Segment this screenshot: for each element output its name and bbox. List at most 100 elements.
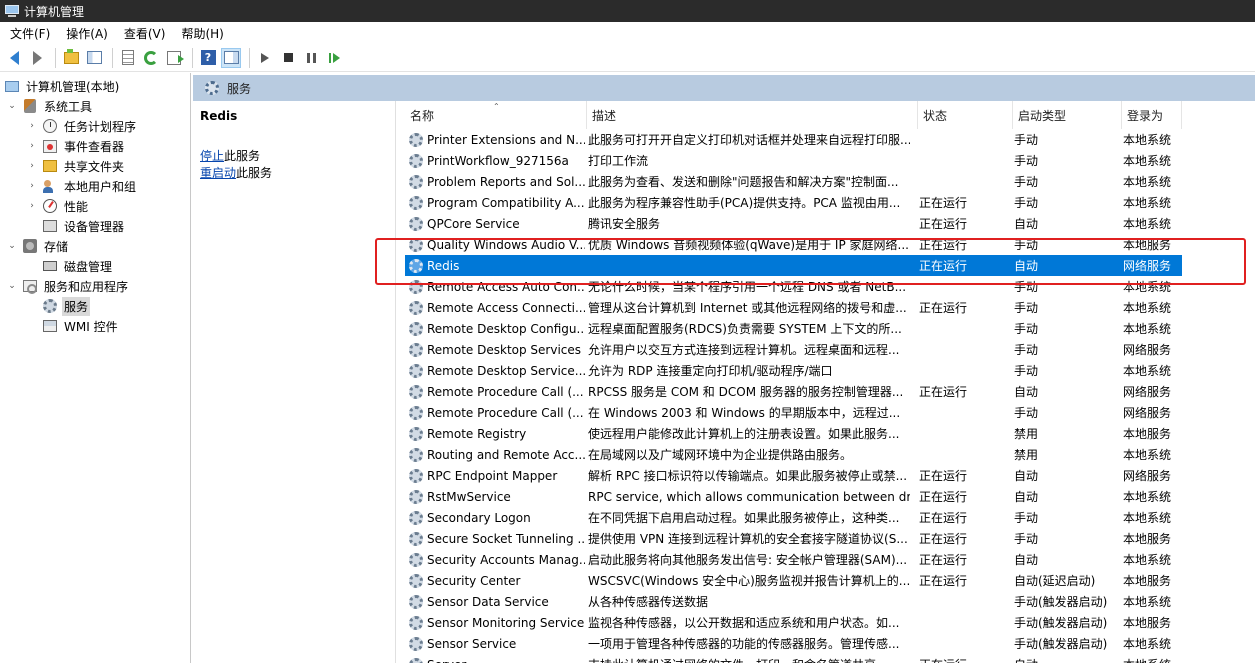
up-level-button[interactable] [61, 48, 81, 68]
column-header-status[interactable]: 状态 [918, 101, 1013, 129]
properties-button[interactable] [118, 48, 138, 68]
cell-text: Security Accounts Manag... [427, 552, 585, 567]
tree-item-device-manager[interactable]: 设备管理器 [42, 216, 126, 236]
cell-text: 禁用 [1014, 448, 1039, 462]
table-row[interactable]: Routing and Remote Acc... 在局域网以及广域网环境中为企业… [405, 444, 1255, 465]
tree-item-shared-folders[interactable]: › 共享文件夹 [26, 156, 126, 176]
back-button[interactable] [4, 48, 24, 68]
table-row[interactable]: Quality Windows Audio V... 优质 Windows 音频视… [405, 234, 1255, 255]
tree-item-performance[interactable]: › 性能 [26, 196, 90, 216]
stop-service-line: 停止此服务 [200, 147, 260, 164]
column-header-startup-type[interactable]: 启动类型 [1013, 101, 1122, 129]
tree-item-services[interactable]: 服务 [42, 296, 91, 316]
export-list-button[interactable] [164, 48, 184, 68]
restart-service-button[interactable] [324, 48, 344, 68]
chevron-right-icon[interactable]: › [26, 200, 38, 212]
cell-text: 腾讯安全服务 [588, 217, 661, 231]
tree-item-services-and-applications[interactable]: ⌄ 服务和应用程序 [6, 276, 130, 296]
forward-button[interactable] [27, 48, 47, 68]
chevron-right-icon[interactable]: › [26, 160, 38, 172]
cell-text: 打印工作流 [588, 154, 649, 168]
pane-title: 服务 [227, 81, 252, 96]
cell-logon: 本地系统 [1123, 213, 1181, 234]
table-row[interactable]: Problem Reports and Sol... 此服务为查看、发送和删除"问… [405, 171, 1255, 192]
table-row[interactable]: Remote Desktop Service... 允许为 RDP 连接重定向打印… [405, 360, 1255, 381]
column-header-description[interactable]: 描述 [587, 101, 918, 129]
cell-logon: 本地服务 [1123, 528, 1181, 549]
toolbar-separator [112, 47, 113, 68]
cell-text: 手动(触发器启动) [1014, 595, 1108, 609]
table-row[interactable]: Remote Access Connecti... 管理从这台计算机到 Inter… [405, 297, 1255, 318]
cell-desc: 此服务可打开开自定义打印机对话框并处理来自远程打印服... [588, 129, 910, 150]
menu-bar: 文件(F) 操作(A) 查看(V) 帮助(H) [0, 22, 1255, 44]
cell-desc: 一项用于管理各种传感器的功能的传感器服务。管理传感... [588, 633, 910, 654]
restart-icon [329, 52, 340, 63]
refresh-button[interactable] [141, 48, 161, 68]
cell-desc: 提供使用 VPN 连接到远程计算机的安全套接字隧道协议(S... [588, 528, 910, 549]
tree-item-local-users-groups[interactable]: › 本地用户和组 [26, 176, 138, 196]
chevron-right-icon[interactable]: › [26, 120, 38, 132]
table-row[interactable]: Secure Socket Tunneling ... 提供使用 VPN 连接到远… [405, 528, 1255, 549]
table-row[interactable]: Printer Extensions and N... 此服务可打开开自定义打印机… [405, 129, 1255, 150]
menu-action[interactable]: 操作(A) [58, 25, 116, 42]
table-row[interactable]: Remote Access Auto Con... 无论什么时候，当某个程序引用一… [405, 276, 1255, 297]
menu-view[interactable]: 查看(V) [116, 25, 174, 42]
column-header-name[interactable]: 名称 ⌃ [405, 101, 587, 129]
table-row[interactable]: Remote Registry 使远程用户能修改此计算机上的注册表设置。如果此服务… [405, 423, 1255, 444]
table-row[interactable]: RstMwService RPC service, which allows co… [405, 486, 1255, 507]
menu-file[interactable]: 文件(F) [2, 25, 58, 42]
table-row[interactable]: Secondary Logon 在不同凭据下启用启动过程。如果此服务被停止，这种类… [405, 507, 1255, 528]
cell-text: Problem Reports and Sol... [427, 174, 585, 189]
table-row[interactable]: Security Center WSCSVC(Windows 安全中心)服务监视并… [405, 570, 1255, 591]
gear-icon [409, 657, 423, 663]
tree-item-storage[interactable]: ⌄ 存储 [6, 236, 70, 256]
show-action-pane-button[interactable] [221, 47, 241, 68]
table-row[interactable]: Sensor Monitoring Service 监视各种传感器，以公开数据和适… [405, 612, 1255, 633]
services-pane-header: 服务 [193, 75, 1255, 101]
gear-icon [409, 300, 423, 315]
table-row[interactable]: Security Accounts Manag... 启动此服务将向其他服务发出信… [405, 549, 1255, 570]
chevron-right-icon[interactable]: › [26, 140, 38, 152]
table-row[interactable]: PrintWorkflow_927156a 打印工作流 手动 本地系统 [405, 150, 1255, 171]
gear-icon [42, 298, 58, 314]
cell-name: QPCore Service [409, 213, 585, 234]
cell-startup: 手动 [1014, 528, 1120, 549]
tree-label: 共享文件夹 [64, 159, 125, 174]
tree-item-wmi-control[interactable]: WMI 控件 [42, 316, 120, 336]
stop-service-button[interactable] [278, 48, 298, 68]
restart-service-link[interactable]: 重启动 [200, 166, 236, 180]
table-row[interactable]: Server 支持此计算机通过网络的文件、打印、和命名管道共享。... 正在运行 自动… [405, 654, 1255, 663]
wmi-icon [42, 318, 58, 334]
chevron-down-icon[interactable]: ⌄ [6, 100, 18, 112]
cell-logon: 本地系统 [1123, 444, 1181, 465]
menu-help[interactable]: 帮助(H) [173, 25, 231, 42]
table-row[interactable]: Remote Procedure Call (... RPCSS 服务是 COM … [405, 381, 1255, 402]
stop-service-link[interactable]: 停止 [200, 149, 224, 163]
refresh-icon [144, 50, 158, 65]
table-row[interactable]: Program Compatibility A... 此服务为程序兼容性助手(PC… [405, 192, 1255, 213]
tree-item-disk-management[interactable]: 磁盘管理 [42, 256, 114, 276]
column-header-log-on-as[interactable]: 登录为 [1122, 101, 1182, 129]
tree-item-computer-management[interactable]: 计算机管理(本地) [4, 76, 121, 96]
tree-item-event-viewer[interactable]: › 事件查看器 [26, 136, 126, 156]
table-row[interactable]: Sensor Data Service 从各种传感器传送数据 手动(触发器启动) 本地… [405, 591, 1255, 612]
pause-service-button[interactable] [301, 48, 321, 68]
table-row[interactable]: Remote Procedure Call (... 在 Windows 2003… [405, 402, 1255, 423]
tree-item-system-tools[interactable]: ⌄ 系统工具 [6, 96, 94, 116]
help-button[interactable]: ? [198, 48, 218, 68]
chevron-right-icon[interactable]: › [26, 180, 38, 192]
cell-startup: 手动 [1014, 402, 1120, 423]
cell-desc: 远程桌面配置服务(RDCS)负责需要 SYSTEM 上下文的所... [588, 318, 910, 339]
chevron-down-icon[interactable]: ⌄ [6, 240, 18, 252]
table-row[interactable]: RPC Endpoint Mapper 解析 RPC 接口标识符以传输端点。如果此… [405, 465, 1255, 486]
table-row[interactable]: Remote Desktop Services 允许用户以交互方式连接到远程计算机… [405, 339, 1255, 360]
tree-item-task-scheduler[interactable]: › 任务计划程序 [26, 116, 138, 136]
cell-startup: 手动 [1014, 234, 1120, 255]
start-service-button[interactable] [255, 48, 275, 68]
show-hide-console-tree-button[interactable] [84, 48, 104, 68]
table-row[interactable]: Redis 正在运行 自动 网络服务 [405, 255, 1182, 276]
table-row[interactable]: QPCore Service 腾讯安全服务 正在运行 自动 本地系统 [405, 213, 1255, 234]
chevron-down-icon[interactable]: ⌄ [6, 280, 18, 292]
table-row[interactable]: Sensor Service 一项用于管理各种传感器的功能的传感器服务。管理传感.… [405, 633, 1255, 654]
table-row[interactable]: Remote Desktop Configu... 远程桌面配置服务(RDCS)负… [405, 318, 1255, 339]
